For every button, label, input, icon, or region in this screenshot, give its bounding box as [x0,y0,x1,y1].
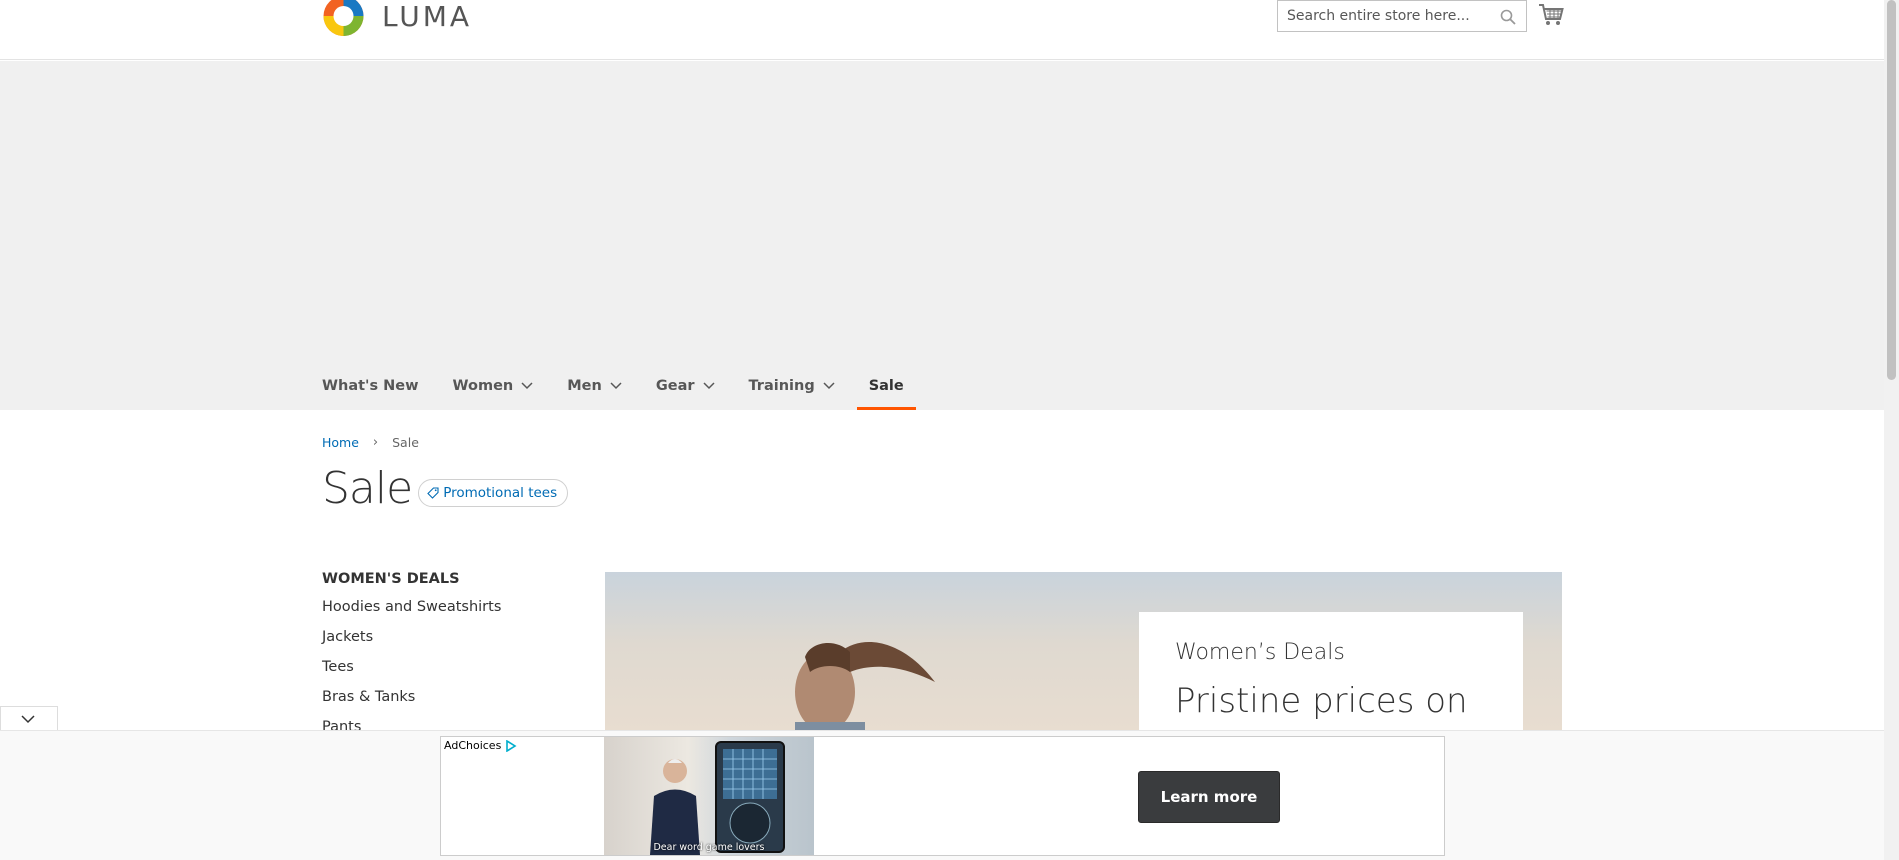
page-scrollbar[interactable] [1884,0,1899,860]
learn-more-button[interactable]: Learn more [1138,771,1280,823]
search-input[interactable] [1278,2,1488,30]
breadcrumb: Home › Sale [322,435,419,450]
banner-card: Women’s Deals Pristine prices on [1139,612,1523,732]
womens-deals-banner[interactable]: Women’s Deals Pristine prices on [605,572,1562,732]
nav-label: Sale [868,377,904,394]
logo-text: LUMA [382,0,473,33]
search-box [1277,0,1527,32]
nav-label: Men [567,377,602,394]
page-title-row: Sale Promotional tees [322,463,569,514]
runner-photo [795,642,935,732]
adchoices-icon [506,739,517,752]
banner-subtitle: Women’s Deals [1175,640,1345,665]
sidebar-item-hoodies[interactable]: Hoodies and Sweatshirts [322,597,501,627]
nav-label: Gear [655,377,695,394]
adchoices-link[interactable]: AdChoices [444,739,517,752]
word-grid-icon [723,749,777,844]
sidebar-item-bras-tanks[interactable]: Bras & Tanks [322,687,501,717]
chevron-down-icon [823,381,835,389]
sidebar-list: Hoodies and Sweatshirts Jackets Tees Bra… [322,597,501,747]
chevron-down-icon [610,381,622,389]
ad-collapse-toggle[interactable] [0,706,58,731]
main-navigation: What's New Women Men Gear Training Sale [322,361,938,410]
ad-person-image [650,759,700,855]
nav-label: What's New [322,377,419,394]
banner-headline: Pristine prices on [1175,681,1468,721]
hero-placeholder [0,61,1884,410]
nav-item-gear[interactable]: Gear [656,361,727,410]
adchoices-label: AdChoices [444,739,502,752]
ad-frame[interactable]: AdChoices Dear word game lovers Learn mo… [440,736,1445,856]
breadcrumb-home-link[interactable]: Home [322,435,359,450]
logo[interactable]: LUMA [322,0,472,37]
nav-item-training[interactable]: Training [749,361,847,410]
sidebar-item-tees[interactable]: Tees [322,657,501,687]
page-title: Sale [322,463,413,514]
luma-logo-icon [323,0,364,36]
chevron-down-icon [521,381,533,389]
sidebar-deals: WOMEN'S DEALS Hoodies and Sweatshirts Ja… [322,571,501,747]
nav-label: Training [748,377,815,394]
breadcrumb-separator: › [372,435,379,450]
ad-phone-image [715,741,785,853]
breadcrumb-current: Sale [392,435,419,450]
promo-tag-link[interactable]: Promotional tees [418,478,569,507]
sidebar-title: WOMEN'S DEALS [322,571,460,587]
ad-caption: Dear word game lovers [653,842,765,853]
scrollbar-thumb[interactable] [1887,0,1896,380]
chevron-down-icon [21,715,35,724]
sidebar-item-jackets[interactable]: Jackets [322,627,501,657]
tag-icon [427,486,439,499]
nav-label: Women [452,377,514,394]
search-icon[interactable] [1500,9,1516,25]
nav-item-whats-new[interactable]: What's New [322,361,431,410]
cart-icon[interactable] [1538,2,1564,28]
ad-image[interactable]: Dear word game lovers [604,737,814,855]
ad-bar: AdChoices Dear word game lovers Learn mo… [0,730,1884,860]
site-header: LUMA [0,0,1884,60]
chevron-down-icon [702,381,715,389]
nav-item-sale[interactable]: Sale [856,361,916,410]
promo-tag-label: Promotional tees [443,484,558,501]
nav-item-men[interactable]: Men [567,361,634,410]
nav-item-women[interactable]: Women [453,361,546,410]
